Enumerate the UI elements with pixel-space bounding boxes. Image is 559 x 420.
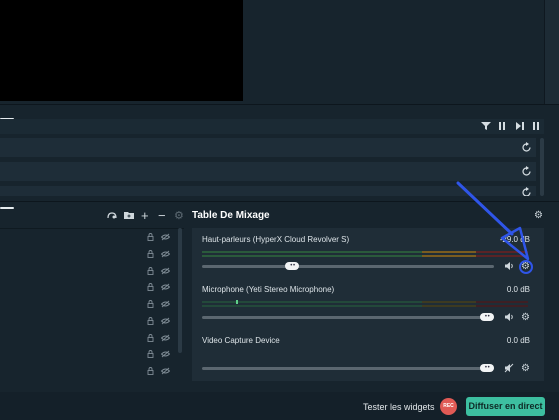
gear-icon[interactable]: ⚙ <box>521 364 530 374</box>
volume-slider[interactable]: • • <box>202 364 494 372</box>
eye-icon[interactable] <box>160 350 171 360</box>
record-folder-icon[interactable] <box>107 210 117 223</box>
eye-icon[interactable] <box>160 300 171 310</box>
volume-knob[interactable]: • • <box>480 364 494 372</box>
level-meter <box>476 305 528 307</box>
lock-icon[interactable] <box>147 300 154 310</box>
list-item[interactable] <box>0 138 536 157</box>
lock-icon[interactable] <box>147 233 154 243</box>
speaker-muted-icon[interactable] <box>504 363 514 376</box>
refresh-icon[interactable] <box>521 142 532 156</box>
lock-icon[interactable] <box>147 267 154 277</box>
lock-icon[interactable] <box>147 350 154 360</box>
divider <box>0 104 559 105</box>
gear-icon[interactable]: ⚙ <box>521 313 530 323</box>
divider <box>0 228 184 229</box>
eye-icon[interactable] <box>160 250 171 260</box>
sources-list <box>0 228 184 381</box>
track-db: 0.0 dB <box>506 336 530 345</box>
track-name: Haut-parleurs (HyperX Cloud Revolver S) <box>202 235 350 244</box>
collapse-handle[interactable] <box>0 207 14 209</box>
sources-toolbar <box>0 119 544 134</box>
track-db: 0.0 dB <box>506 285 530 294</box>
mixer-title: Table De Mixage <box>192 210 270 221</box>
eye-icon[interactable] <box>160 233 171 243</box>
more-icon[interactable] <box>532 121 540 134</box>
lock-icon[interactable] <box>147 283 154 293</box>
eye-icon[interactable] <box>160 267 171 277</box>
gear-icon[interactable]: ⚙ <box>174 210 184 222</box>
level-meter <box>202 305 422 307</box>
footer-bar: Tester les widgets REC Diffuser en direc… <box>0 392 559 420</box>
eye-icon[interactable] <box>160 367 171 377</box>
track-name: Video Capture Device <box>202 336 280 345</box>
eye-icon[interactable] <box>160 317 171 327</box>
filter-icon[interactable] <box>481 121 491 134</box>
peak-indicator <box>236 300 238 304</box>
level-meter <box>422 301 476 303</box>
plus-icon[interactable]: + <box>141 209 149 222</box>
lock-icon[interactable] <box>147 317 154 327</box>
level-meter <box>422 305 476 307</box>
level-meter <box>202 301 422 303</box>
minus-icon[interactable]: − <box>158 209 166 222</box>
level-meter <box>476 301 528 303</box>
test-widgets-button[interactable]: Tester les widgets <box>363 402 435 412</box>
right-side-strip <box>544 0 559 104</box>
scrollbar[interactable] <box>178 228 182 353</box>
rec-button[interactable]: REC <box>440 398 457 415</box>
level-meter <box>202 251 422 253</box>
preview-side-panel <box>245 0 544 101</box>
volume-slider[interactable]: • • <box>202 313 494 321</box>
go-live-button[interactable]: Diffuser en direct <box>466 397 545 416</box>
lock-icon[interactable] <box>147 250 154 260</box>
eye-icon[interactable] <box>160 283 171 293</box>
stream-preview <box>0 0 243 101</box>
lock-icon[interactable] <box>147 367 154 377</box>
track-name: Microphone (Yeti Stereo Microphone) <box>202 285 335 294</box>
folder-plus-icon[interactable] <box>124 210 134 223</box>
volume-knob[interactable]: • • <box>285 262 300 270</box>
lock-icon[interactable] <box>147 334 154 344</box>
volume-knob[interactable]: • • <box>480 313 494 321</box>
pause-icon[interactable] <box>498 121 506 134</box>
speaker-icon[interactable] <box>504 312 514 325</box>
eye-icon[interactable] <box>160 334 171 344</box>
skip-next-icon[interactable] <box>515 121 525 134</box>
level-meter <box>202 255 422 257</box>
annotation-arrow <box>456 181 533 274</box>
